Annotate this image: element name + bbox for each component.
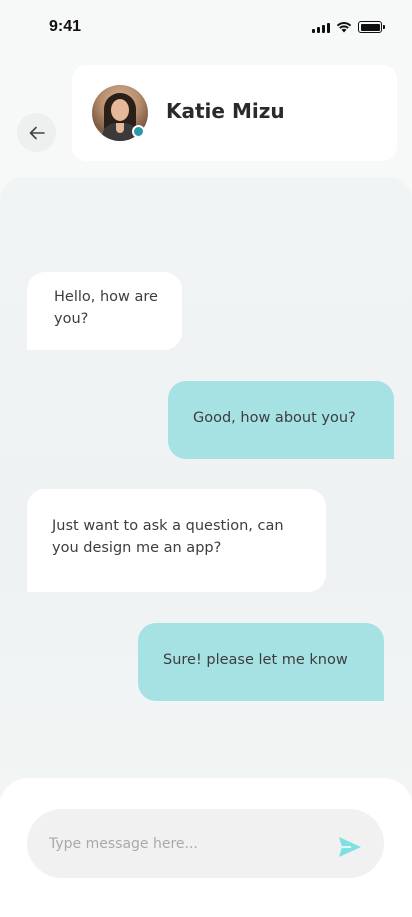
message-text: Hello, how are you? (54, 289, 158, 327)
status-icons (312, 21, 385, 33)
signal-icon (312, 22, 330, 33)
back-button[interactable] (17, 113, 56, 152)
status-time: 9:41 (49, 18, 82, 35)
message-text: Good, how about you? (193, 410, 356, 426)
message-text: Just want to ask a question, can you des… (52, 518, 284, 556)
contact-name: Katie Mizu (166, 99, 285, 123)
message-composer (0, 778, 412, 917)
message-bubble-outgoing[interactable]: Sure! please let me know (138, 623, 384, 701)
contact-header[interactable]: Katie Mizu (72, 65, 397, 161)
message-text: Sure! please let me know (163, 652, 348, 668)
arrow-left-icon (29, 126, 45, 139)
message-input[interactable] (27, 809, 384, 878)
message-bubble-incoming[interactable]: Just want to ask a question, can you des… (27, 489, 326, 592)
status-bar: 9:41 (0, 0, 412, 56)
send-button[interactable] (334, 833, 366, 861)
battery-icon (358, 21, 385, 33)
wifi-icon (336, 22, 352, 33)
online-status-indicator (132, 125, 145, 138)
chat-area[interactable] (0, 177, 412, 797)
message-bubble-incoming[interactable]: Hello, how are you? (27, 272, 182, 350)
message-bubble-outgoing[interactable]: Good, how about you? (168, 381, 394, 459)
send-icon (339, 837, 361, 857)
